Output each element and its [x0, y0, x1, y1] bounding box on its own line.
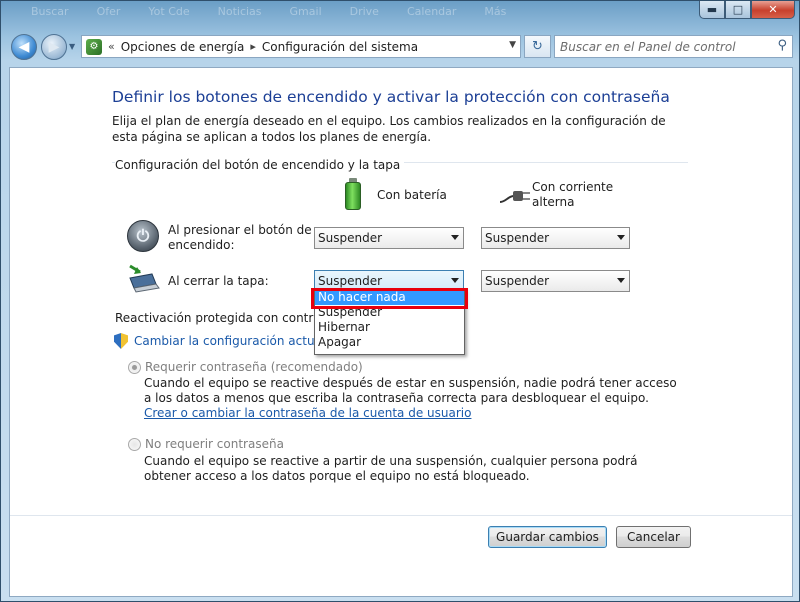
- battery-icon: [345, 178, 361, 210]
- chevron-down-icon: [617, 235, 625, 240]
- chevron-down-icon: [617, 278, 625, 283]
- window-controls: ▬ □ ✕: [699, 1, 795, 19]
- control-panel-icon: ⚙: [86, 38, 102, 55]
- column-header-battery: Con batería: [377, 188, 447, 202]
- select-value: Suspender: [318, 274, 383, 288]
- ghost-label: Calendar: [406, 5, 457, 18]
- page-title: Definir los botones de encendido y activ…: [112, 88, 670, 106]
- laptop-lid-icon: [129, 264, 160, 293]
- search-icon[interactable]: ⚲: [777, 38, 787, 53]
- chevron-down-icon: [451, 278, 459, 283]
- radio-label: No requerir contraseña: [145, 437, 284, 451]
- no-password-description: Cuando el equipo se reactive a partir de…: [144, 454, 638, 483]
- title-bar: Buscar Ofer Yot Cde Noticias Gmail Drive…: [1, 1, 800, 25]
- ghost-label: Noticias: [217, 5, 262, 18]
- power-button-icon: ⏻: [127, 220, 159, 252]
- plug-icon: [499, 191, 530, 203]
- select-value: Suspender: [485, 274, 550, 288]
- section-title: Configuración del botón de encendido y l…: [115, 158, 405, 172]
- radio-label: Requerir contraseña (recomendado): [145, 360, 363, 374]
- intro-text: Elija el plan de energía deseado en el e…: [112, 114, 666, 144]
- back-button[interactable]: ◀: [11, 34, 37, 60]
- column-header-ac-line2: alterna: [532, 195, 575, 209]
- dropdown-option-shutdown[interactable]: Apagar: [315, 335, 464, 350]
- dropdown-option-hibernate[interactable]: Hibernar: [315, 320, 464, 335]
- power-button-ac-select[interactable]: Suspender: [481, 227, 630, 249]
- radio-no-password[interactable]: No requerir contraseña: [128, 437, 284, 451]
- forward-button[interactable]: ▶: [41, 34, 67, 60]
- ghost-label: Ofer: [96, 5, 121, 18]
- breadcrumb-overflow[interactable]: «: [108, 40, 115, 53]
- row-label-power-button: Al presionar el botón de encendido:: [168, 223, 312, 253]
- ghost-label: Gmail: [289, 5, 322, 18]
- require-desc-text: Cuando el equipo se reactive después de …: [144, 376, 677, 405]
- ghost-label: Drive: [349, 5, 379, 18]
- ghost-label: Buscar: [31, 5, 69, 18]
- require-password-description: Cuando el equipo se reactive después de …: [144, 376, 684, 421]
- content-pane: Definir los botones de encendido y activ…: [9, 67, 793, 597]
- window-frame: Buscar Ofer Yot Cde Noticias Gmail Drive…: [0, 0, 800, 602]
- radio-button[interactable]: [128, 437, 141, 451]
- save-button[interactable]: Guardar cambios: [488, 526, 607, 548]
- row-label-power-line1: Al presionar el botón de: [168, 223, 312, 237]
- cancel-button[interactable]: Cancelar: [616, 526, 691, 548]
- navigation-bar: ◀ ▶ ▼ ⚙ « Opciones de energía ▸ Configur…: [9, 32, 793, 62]
- select-value: Suspender: [485, 231, 550, 245]
- power-button-battery-select[interactable]: Suspender: [314, 227, 464, 249]
- radio-require-password[interactable]: Requerir contraseña (recomendado): [128, 360, 363, 374]
- address-bar[interactable]: ⚙ « Opciones de energía ▸ Configuración …: [81, 35, 521, 58]
- address-dropdown-icon[interactable]: ▼: [509, 40, 516, 50]
- breadcrumb-power-options[interactable]: Opciones de energía: [121, 40, 245, 54]
- breadcrumb-system-settings[interactable]: Configuración del sistema: [262, 40, 418, 54]
- search-placeholder: Buscar en el Panel de control: [560, 39, 736, 54]
- uac-shield-icon: [114, 333, 128, 349]
- breadcrumb-separator[interactable]: ▸: [250, 40, 256, 53]
- refresh-button[interactable]: ↻: [524, 35, 551, 58]
- ghost-label: Yot Cde: [148, 5, 190, 18]
- lid-ac-select[interactable]: Suspender: [481, 270, 630, 292]
- section-power-settings: Configuración del botón de encendido y l…: [112, 158, 688, 178]
- maximize-button[interactable]: □: [725, 1, 751, 19]
- change-settings-label[interactable]: Cambiar la configuración actualm: [134, 334, 337, 348]
- radio-button[interactable]: [128, 360, 141, 374]
- row-label-power-line2: encendido:: [168, 238, 235, 252]
- select-value: Suspender: [318, 231, 383, 245]
- column-header-ac: Con corriente alterna: [532, 180, 613, 210]
- highlight-annotation-box: [311, 288, 468, 309]
- change-settings-link[interactable]: Cambiar la configuración actualm: [114, 333, 337, 349]
- close-button[interactable]: ✕: [751, 1, 795, 19]
- create-password-link[interactable]: Crear o cambiar la contraseña de la cuen…: [144, 406, 471, 420]
- footer-divider: [10, 515, 792, 516]
- chevron-down-icon: [451, 235, 459, 240]
- recent-pages-dropdown[interactable]: ▼: [69, 42, 75, 51]
- background-tab-ghost: Buscar Ofer Yot Cde Noticias Gmail Drive…: [31, 5, 506, 18]
- column-header-ac-line1: Con corriente: [532, 180, 614, 194]
- minimize-button[interactable]: ▬: [699, 1, 725, 19]
- ghost-label: Más: [484, 5, 507, 18]
- row-label-lid: Al cerrar la tapa:: [168, 274, 269, 288]
- search-input[interactable]: Buscar en el Panel de control ⚲: [554, 35, 793, 58]
